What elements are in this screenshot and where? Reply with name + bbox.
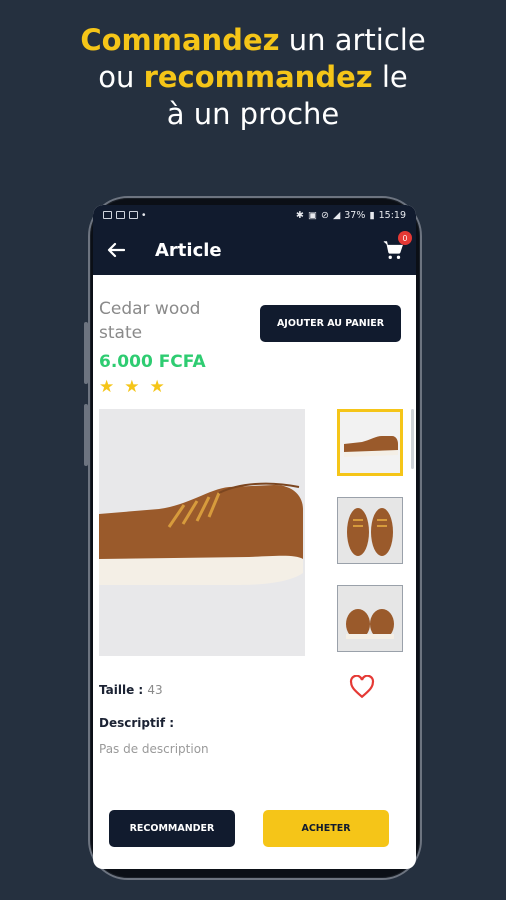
product-name: Cedar wood state <box>99 299 201 343</box>
headline-highlight-commandez: Commandez <box>80 23 280 57</box>
battery-icon: ▮ <box>369 209 375 221</box>
page-title: Article <box>155 239 222 261</box>
image-notification-icon <box>103 211 112 219</box>
size-row: Taille : 43 <box>99 683 163 697</box>
description-label: Descriptif : <box>99 716 175 730</box>
shoe-pair-front-thumbnail <box>338 586 402 651</box>
product-rating: ★ ★ ★ <box>99 377 165 397</box>
nfc-icon: ▣ <box>307 209 317 221</box>
headline-text: ou <box>98 60 144 94</box>
shoe-pair-top-thumbnail <box>338 498 402 563</box>
headline-text: un article <box>279 23 426 57</box>
phone-screen: • ✱ ▣ ⊘ ◢ 37% ▮ 15:19 Article 0 Cedar wo… <box>93 205 416 869</box>
headline-line-3: à un proche <box>166 97 340 131</box>
back-button[interactable] <box>93 225 139 275</box>
shoe-side-image <box>99 409 305 656</box>
description-text: Pas de description <box>99 742 209 756</box>
headline-line-1: Commandez un article <box>0 22 506 59</box>
heart-icon <box>349 674 375 699</box>
headline-highlight-recommandez: recommandez <box>143 60 373 94</box>
cart-count-badge: 0 <box>398 231 412 245</box>
size-label: Taille : <box>99 683 144 697</box>
signal-icon: ◢ <box>332 209 341 221</box>
product-main-image[interactable] <box>99 409 305 656</box>
star-icon: ★ <box>149 377 165 396</box>
star-icon: ★ <box>124 377 140 396</box>
headline-text: le <box>372 60 408 94</box>
mute-icon: ⊘ <box>320 209 329 221</box>
bluetooth-icon: ✱ <box>296 209 304 221</box>
battery-percent: 37% <box>344 209 366 221</box>
system-icons: ✱ ▣ ⊘ ◢ 37% ▮ 15:19 <box>296 210 406 221</box>
product-price: 6.000 FCFA <box>99 352 206 372</box>
promo-headline: Commandez un article ou recommandez le à… <box>0 22 506 133</box>
arrow-left-icon <box>107 242 125 258</box>
size-value: 43 <box>147 683 163 697</box>
thumbnail-2[interactable] <box>337 497 403 564</box>
article-content: Cedar wood state AJOUTER AU PANIER 6.000… <box>93 275 416 869</box>
thumbnail-3[interactable] <box>337 585 403 652</box>
more-notifications-icon: • <box>142 209 146 221</box>
status-bar: • ✱ ▣ ⊘ ◢ 37% ▮ 15:19 <box>93 205 416 225</box>
notification-icons: • <box>103 210 146 221</box>
shoe-side-thumbnail <box>340 412 400 473</box>
add-to-cart-button[interactable]: AJOUTER AU PANIER <box>260 305 401 342</box>
thumbnail-1[interactable] <box>337 409 403 476</box>
star-icon: ★ <box>99 377 115 396</box>
mail-notification-icon <box>116 211 125 219</box>
buy-button[interactable]: ACHETER <box>263 810 389 847</box>
app-notification-icon <box>129 211 138 219</box>
headline-line-2: ou recommandez le <box>0 59 506 96</box>
thumbnail-scrollbar[interactable] <box>411 409 414 469</box>
recommend-button[interactable]: RECOMMANDER <box>109 810 235 847</box>
app-bar: Article 0 <box>93 225 416 275</box>
clock: 15:19 <box>378 209 406 221</box>
favorite-button[interactable] <box>349 674 375 699</box>
